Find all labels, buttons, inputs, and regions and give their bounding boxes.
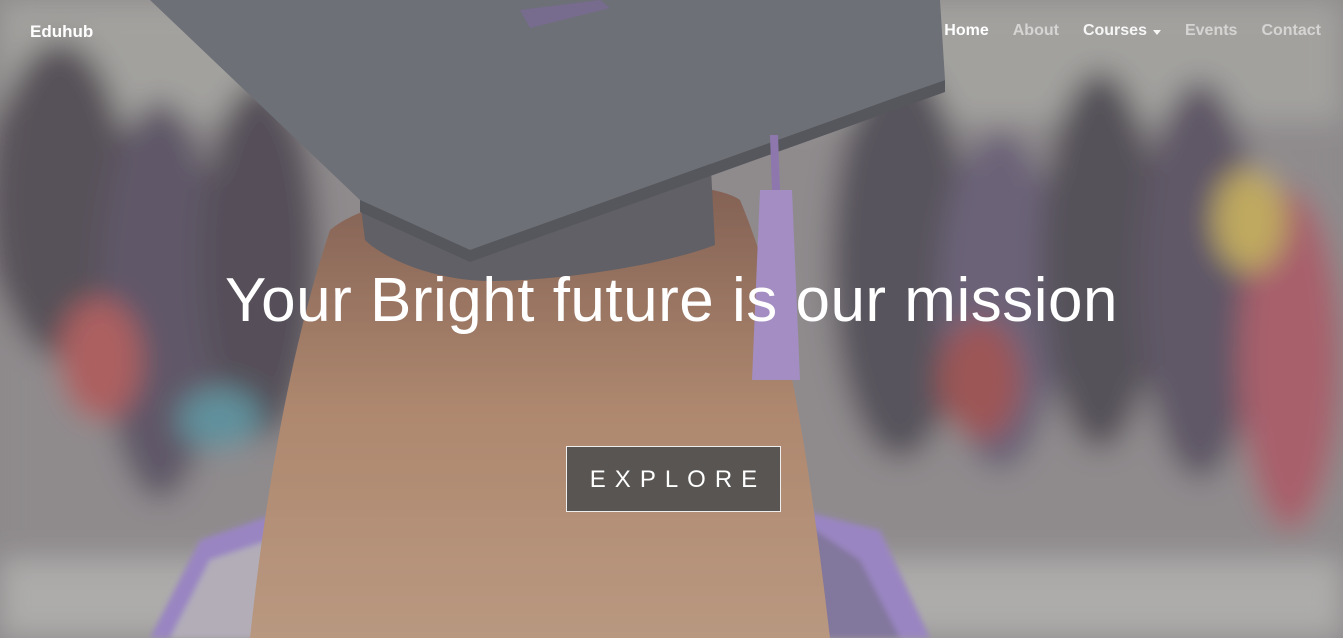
caret-down-icon <box>1152 29 1161 35</box>
nav-link-events[interactable]: Events <box>1185 22 1237 40</box>
nav-link-home[interactable]: Home <box>944 22 988 40</box>
navbar: Eduhub Home About Courses Events Contact <box>0 0 1343 64</box>
nav-link-label: Contact <box>1261 22 1321 39</box>
nav-link-label: About <box>1012 22 1059 39</box>
nav-dropdown-courses[interactable]: Courses <box>1083 22 1161 40</box>
nav-link-about[interactable]: About <box>1013 22 1059 40</box>
nav-links: Home About Courses Events Contact <box>920 22 1321 40</box>
hero-section: Eduhub Home About Courses Events Contact… <box>0 0 1343 638</box>
nav-link-label: Events <box>1184 22 1238 39</box>
hero-headline: Your Bright future is our mission <box>225 266 1118 335</box>
nav-link-contact[interactable]: Contact <box>1261 22 1321 40</box>
nav-link-label: Home <box>944 22 989 39</box>
nav-link-label: Courses <box>1082 22 1147 39</box>
explore-button[interactable]: EXPLORE <box>566 446 781 512</box>
brand-logo[interactable]: Eduhub <box>30 22 93 42</box>
